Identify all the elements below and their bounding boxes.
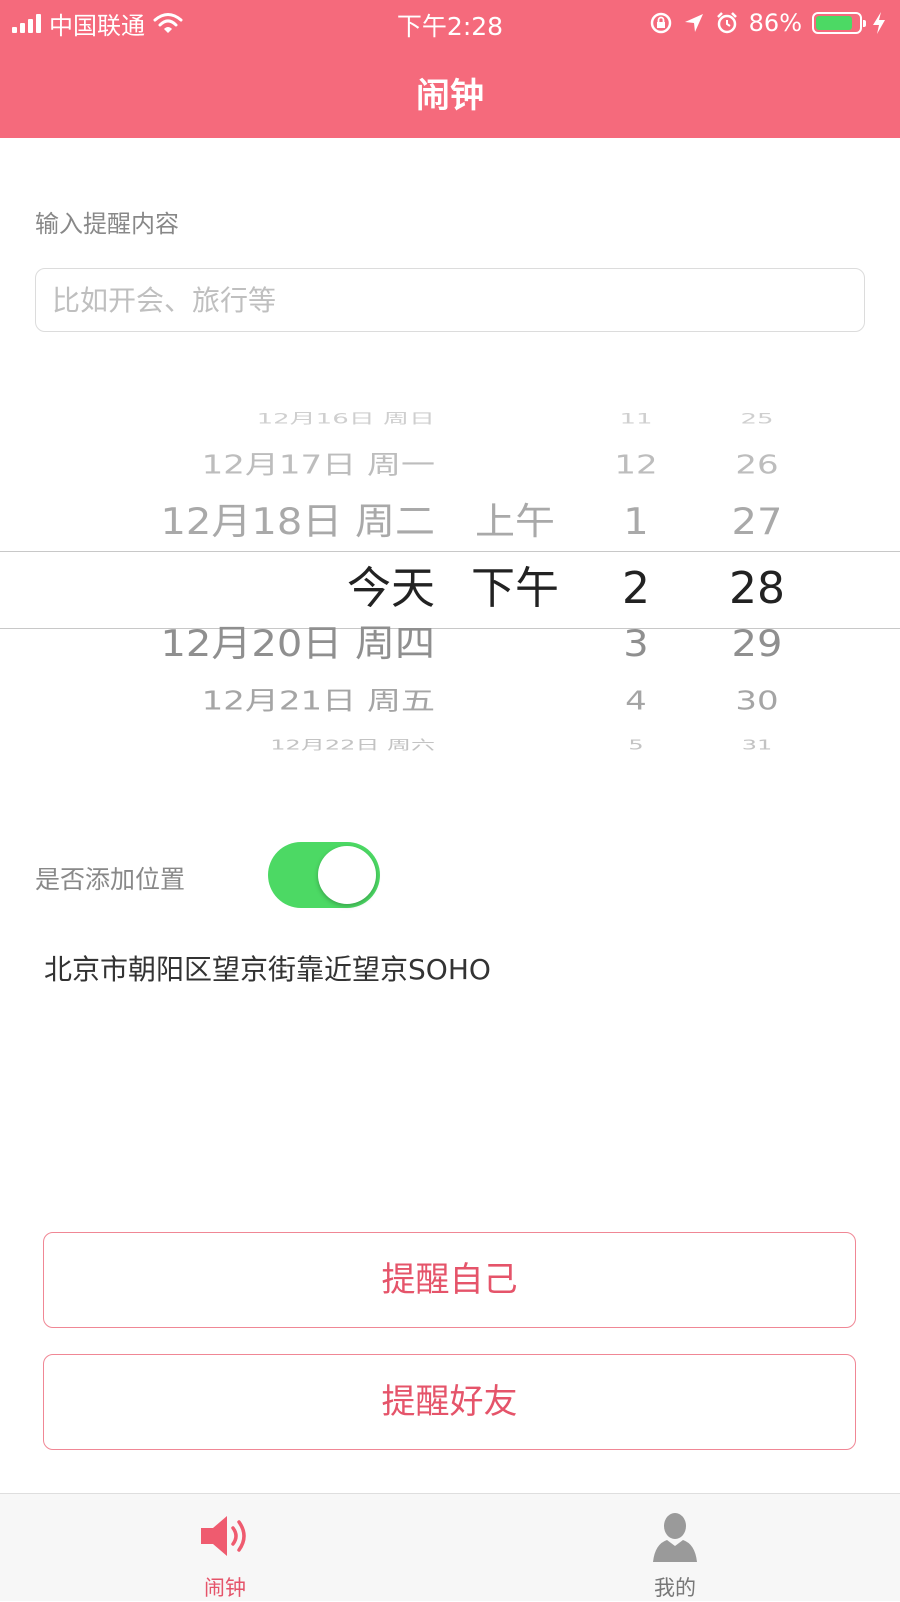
charging-icon: [873, 12, 885, 34]
picker-option[interactable]: 12月18日 周二: [115, 504, 435, 541]
picker-option[interactable]: 30: [707, 688, 807, 714]
location-toggle[interactable]: [268, 842, 380, 908]
status-bar: 中国联通 下午2:28 86%: [0, 0, 900, 46]
picker-option[interactable]: 1: [596, 504, 676, 541]
tab-alarm[interactable]: 闹钟: [0, 1494, 450, 1601]
picker-option[interactable]: 27: [707, 504, 807, 541]
remind-friend-button[interactable]: 提醒好友: [43, 1354, 856, 1450]
picker-option[interactable]: 4: [596, 688, 676, 714]
alarm-icon: [716, 12, 737, 34]
battery-icon: [812, 12, 866, 34]
picker-option[interactable]: 26: [707, 452, 807, 478]
top-bar: 中国联通 下午2:28 86% 闹钟: [0, 0, 900, 138]
location-address: 北京市朝阳区望京街靠近望京SOHO: [44, 953, 491, 986]
speaker-icon: [201, 1516, 246, 1556]
rotation-lock-icon: [650, 12, 671, 34]
reminder-input[interactable]: [35, 268, 865, 332]
picker-option[interactable]: 3: [596, 626, 676, 663]
reminder-label: 输入提醒内容: [35, 210, 179, 238]
status-right: 86%: [649, 8, 886, 38]
battery-percent: 86%: [748, 9, 802, 37]
picker-option[interactable]: 11: [596, 412, 676, 426]
tab-me-label: 我的: [654, 1576, 696, 1600]
remind-self-button[interactable]: 提醒自己: [43, 1232, 856, 1328]
picker-option[interactable]: 25: [707, 412, 807, 426]
location-arrow-icon: [684, 14, 703, 32]
picker-option[interactable]: 29: [707, 626, 807, 663]
date-time-picker[interactable]: 12月16日 周日 12月17日 周一 12月18日 周二 今天 12月20日 周四 12…: [0, 393, 900, 783]
tab-bar: 闹钟 我的: [0, 1493, 900, 1601]
picker-option[interactable]: 12月21日 周五: [115, 688, 435, 714]
battery-level: [816, 16, 853, 30]
tab-me[interactable]: 我的: [450, 1494, 900, 1601]
hour-selected[interactable]: 2: [596, 567, 676, 611]
minute-selected[interactable]: 28: [707, 567, 807, 611]
tab-alarm-label: 闹钟: [204, 1576, 246, 1600]
picker-option[interactable]: 31: [707, 738, 807, 751]
person-icon: [653, 1513, 697, 1562]
picker-option[interactable]: 12月17日 周一: [115, 452, 435, 478]
picker-option[interactable]: 12月16日 周日: [115, 412, 435, 426]
page-title: 闹钟: [416, 76, 484, 116]
toggle-knob: [318, 846, 376, 904]
picker-option[interactable]: 12月20日 周四: [115, 626, 435, 663]
location-label: 是否添加位置: [35, 865, 186, 894]
picker-option[interactable]: 12: [596, 452, 676, 478]
picker-option[interactable]: 上午: [445, 504, 585, 541]
picker-option[interactable]: 12月22日 周六: [115, 738, 435, 751]
date-selected[interactable]: 今天: [115, 567, 435, 611]
picker-option[interactable]: 5: [596, 738, 676, 751]
ampm-selected[interactable]: 下午: [445, 567, 585, 611]
